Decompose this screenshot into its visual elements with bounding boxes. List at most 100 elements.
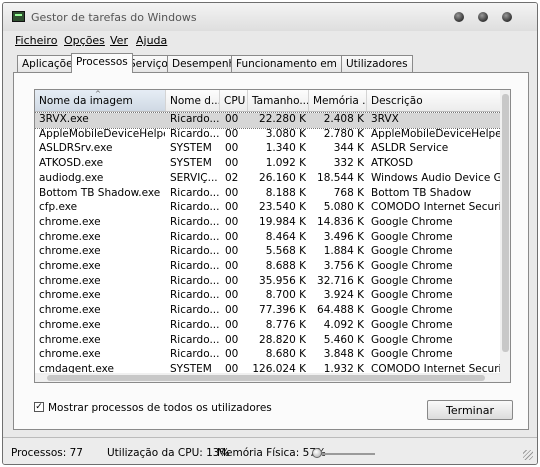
cell-size: 77.396 K [259,304,306,317]
cell-size: 26.160 K [259,171,306,184]
cell-user-name: Ricardo... [170,260,220,272]
end-process-button[interactable]: Terminar [427,400,513,420]
column-description[interactable]: Descrição [367,90,505,111]
show-all-processes-label: Mostrar processos de todos os utilizador… [48,402,272,414]
cell-image-name: chrome.exe [39,215,101,228]
process-list[interactable]: ^ Nome da imagem Nome d... CPU Tamanho..… [34,89,511,383]
cell-size: 8.776 K [265,318,306,331]
cell-user-name: Ricardo... [170,127,220,140]
cell-cpu: 00 [225,142,239,155]
process-row[interactable]: chrome.exe Ricardo... 00 77.396 K 64.488 K Go… [35,304,505,319]
process-row[interactable]: ASLDRSrv.exe SYSTEM 00 1.340 K 344 K ASLDR Se… [35,142,505,157]
cell-memory: 64.488 K [317,304,364,317]
column-image-name-label: Nome da imagem [39,95,133,107]
show-all-processes-checkbox[interactable]: ✓ [34,402,44,412]
cell-memory: 3.756 K [323,260,364,272]
processes-panel: ^ Nome da imagem Nome d... CPU Tamanho..… [13,72,529,430]
menu-ficheiro[interactable]: Ficheiro [15,34,57,47]
cell-user-name: SYSTEM [170,142,212,155]
status-processes: Processos: 77 [11,447,83,459]
cell-image-name: ASLDRSrv.exe [39,142,113,155]
memory-slider-knob[interactable] [312,448,322,458]
column-user-name[interactable]: Nome d... [166,90,220,111]
process-row[interactable]: cfp.exe Ricardo... 00 23.540 K 5.080 K COMODO… [35,201,505,216]
cell-user-name: SYSTEM [170,157,212,170]
cell-cpu: 00 [225,186,239,199]
column-image-name[interactable]: ^ Nome da imagem [35,90,166,111]
cell-image-name: chrome.exe [39,304,101,317]
cell-cpu: 00 [225,127,239,140]
cell-memory: 768 K [333,186,364,199]
cell-image-name: chrome.exe [39,260,101,272]
cell-cpu: 00 [225,230,239,243]
cell-description: Bottom TB Shadow [371,186,472,199]
cell-cpu: 00 [225,201,239,214]
process-row[interactable]: chrome.exe Ricardo... 00 5.568 K 1.884 K Goog… [35,245,505,260]
cell-image-name: AppleMobileDeviceHelper.exe [39,127,165,140]
horizontal-scrollbar[interactable] [35,373,502,382]
maximize-icon[interactable] [478,12,488,22]
menu-ver[interactable]: Ver [110,34,128,47]
cell-user-name: Ricardo... [170,215,220,228]
cell-size: 8.188 K [265,186,306,199]
cell-size: 3.080 K [265,127,306,140]
cell-user-name: Ricardo... [170,333,220,346]
vertical-scrollbar[interactable] [500,90,510,382]
cell-memory: 14.836 K [317,215,364,228]
cell-description: Windows Audio Device Graph I [371,171,505,184]
column-memory[interactable]: Memória ... [309,90,367,111]
cell-size: 8.680 K [265,348,306,361]
cell-image-name: audiodg.exe [39,171,104,184]
cell-user-name: Ricardo... [170,113,220,125]
cell-user-name: Ricardo... [170,318,220,331]
cell-user-name: Ricardo... [170,348,220,361]
cell-size: 5.568 K [265,245,306,258]
cell-size: 28.820 K [259,333,306,346]
tab-processos[interactable]: Processos [71,53,133,73]
process-row[interactable]: chrome.exe Ricardo... 00 19.984 K 14.836 K Go… [35,216,505,231]
cell-cpu: 00 [225,318,239,331]
status-cpu: Utilização da CPU: 13% [107,447,230,459]
process-row[interactable]: chrome.exe Ricardo... 00 8.776 K 4.092 K Goog… [35,319,505,334]
process-row[interactable]: chrome.exe Ricardo... 00 28.820 K 5.460 K Goo… [35,334,505,349]
tab-utilizadores[interactable]: Utilizadores [341,55,413,72]
cell-memory: 2.780 K [323,127,364,140]
process-row[interactable]: AppleMobileDeviceHelper.exe Ricardo... 00 3… [35,128,505,143]
process-row[interactable]: ATKOSD.exe SYSTEM 00 1.092 K 332 K ATKOSD [35,157,505,172]
vertical-scroll-thumb[interactable] [502,94,509,352]
resize-grip-icon[interactable] [523,450,533,460]
cell-size: 8.464 K [265,230,306,243]
minimize-icon[interactable] [454,12,464,22]
process-row[interactable]: chrome.exe Ricardo... 00 8.464 K 3.496 K Goog… [35,231,505,246]
menu-opcoes[interactable]: Opções [64,34,105,47]
cell-size: 1.092 K [265,157,306,170]
column-size[interactable]: Tamanho... [248,90,309,111]
cell-cpu: 00 [225,113,239,125]
cell-user-name: Ricardo... [170,230,220,243]
process-row[interactable]: chrome.exe Ricardo... 00 8.700 K 3.924 K Goog… [35,289,505,304]
horizontal-scroll-thumb[interactable] [47,375,485,381]
cell-user-name: SERVIÇ... [170,171,218,184]
cell-cpu: 00 [225,333,239,346]
column-cpu[interactable]: CPU [220,90,248,111]
process-row[interactable]: chrome.exe Ricardo... 00 35.956 K 32.716 K Go… [35,275,505,290]
cell-image-name: chrome.exe [39,333,101,346]
cell-cpu: 00 [225,245,239,258]
process-row[interactable]: chrome.exe Ricardo... 00 8.680 K 3.848 K Goog… [35,348,505,363]
cell-image-name: ATKOSD.exe [39,157,104,170]
cell-image-name: chrome.exe [39,245,101,258]
cell-description: Google Chrome [371,230,453,243]
cell-image-name: chrome.exe [39,318,101,331]
title-bar[interactable]: Gestor de tarefas do Windows [3,3,537,31]
process-row[interactable]: Bottom TB Shadow.exe Ricardo... 00 8.188 K 7… [35,187,505,202]
menu-ajuda[interactable]: Ajuda [136,34,167,47]
cell-memory: 5.080 K [323,201,364,214]
process-row[interactable]: audiodg.exe SERVIÇ... 02 26.160 K 18.544 K Wi… [35,172,505,187]
cell-size: 23.540 K [259,201,306,214]
cell-size: 22.280 K [259,113,306,125]
process-row[interactable]: chrome.exe Ricardo... 00 8.688 K 3.756 K Goog… [35,260,505,275]
close-icon[interactable] [502,12,512,22]
cell-image-name: cfp.exe [39,201,78,214]
process-row[interactable]: 3RVX.exe Ricardo... 00 22.280 K 2.408 K 3RVX [35,112,506,129]
cell-size: 1.340 K [265,142,306,155]
